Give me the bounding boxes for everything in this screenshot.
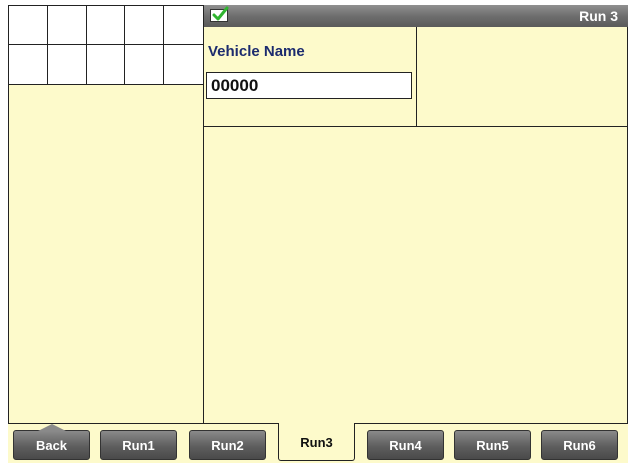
check-icon: [210, 6, 229, 22]
vehicle-name-label: Vehicle Name: [208, 43, 305, 60]
grid-cell[interactable]: [9, 6, 48, 45]
tab-run4[interactable]: Run4: [367, 430, 444, 460]
grid-cell[interactable]: [164, 6, 203, 45]
tab-run1[interactable]: Run1: [100, 430, 177, 460]
tab-run5[interactable]: Run5: [454, 430, 531, 460]
grid-cell[interactable]: [87, 45, 126, 84]
page-title: Run 3: [579, 8, 618, 24]
grid-cell[interactable]: [47, 6, 87, 45]
grid-cell[interactable]: [164, 45, 203, 84]
tab-bar: Back Run1 Run2 Run3 Run4 Run5 Run6: [8, 423, 628, 463]
tab-run3[interactable]: Run3: [278, 423, 355, 461]
grid-cell[interactable]: [9, 45, 48, 84]
tab-run6[interactable]: Run6: [541, 430, 618, 460]
title-bar: Run 3: [204, 5, 628, 27]
back-button[interactable]: Back: [13, 424, 90, 460]
grid-cell[interactable]: [86, 6, 126, 45]
indicator-grid: [8, 5, 204, 85]
section-divider: [204, 126, 628, 127]
section-divider: [416, 27, 417, 126]
vehicle-name-field[interactable]: 00000: [206, 72, 412, 99]
panel-divider: [203, 5, 204, 423]
grid-cell[interactable]: [48, 45, 87, 84]
grid-cell[interactable]: [125, 6, 165, 45]
tab-run2[interactable]: Run2: [189, 430, 266, 460]
grid-cell[interactable]: [125, 45, 165, 84]
